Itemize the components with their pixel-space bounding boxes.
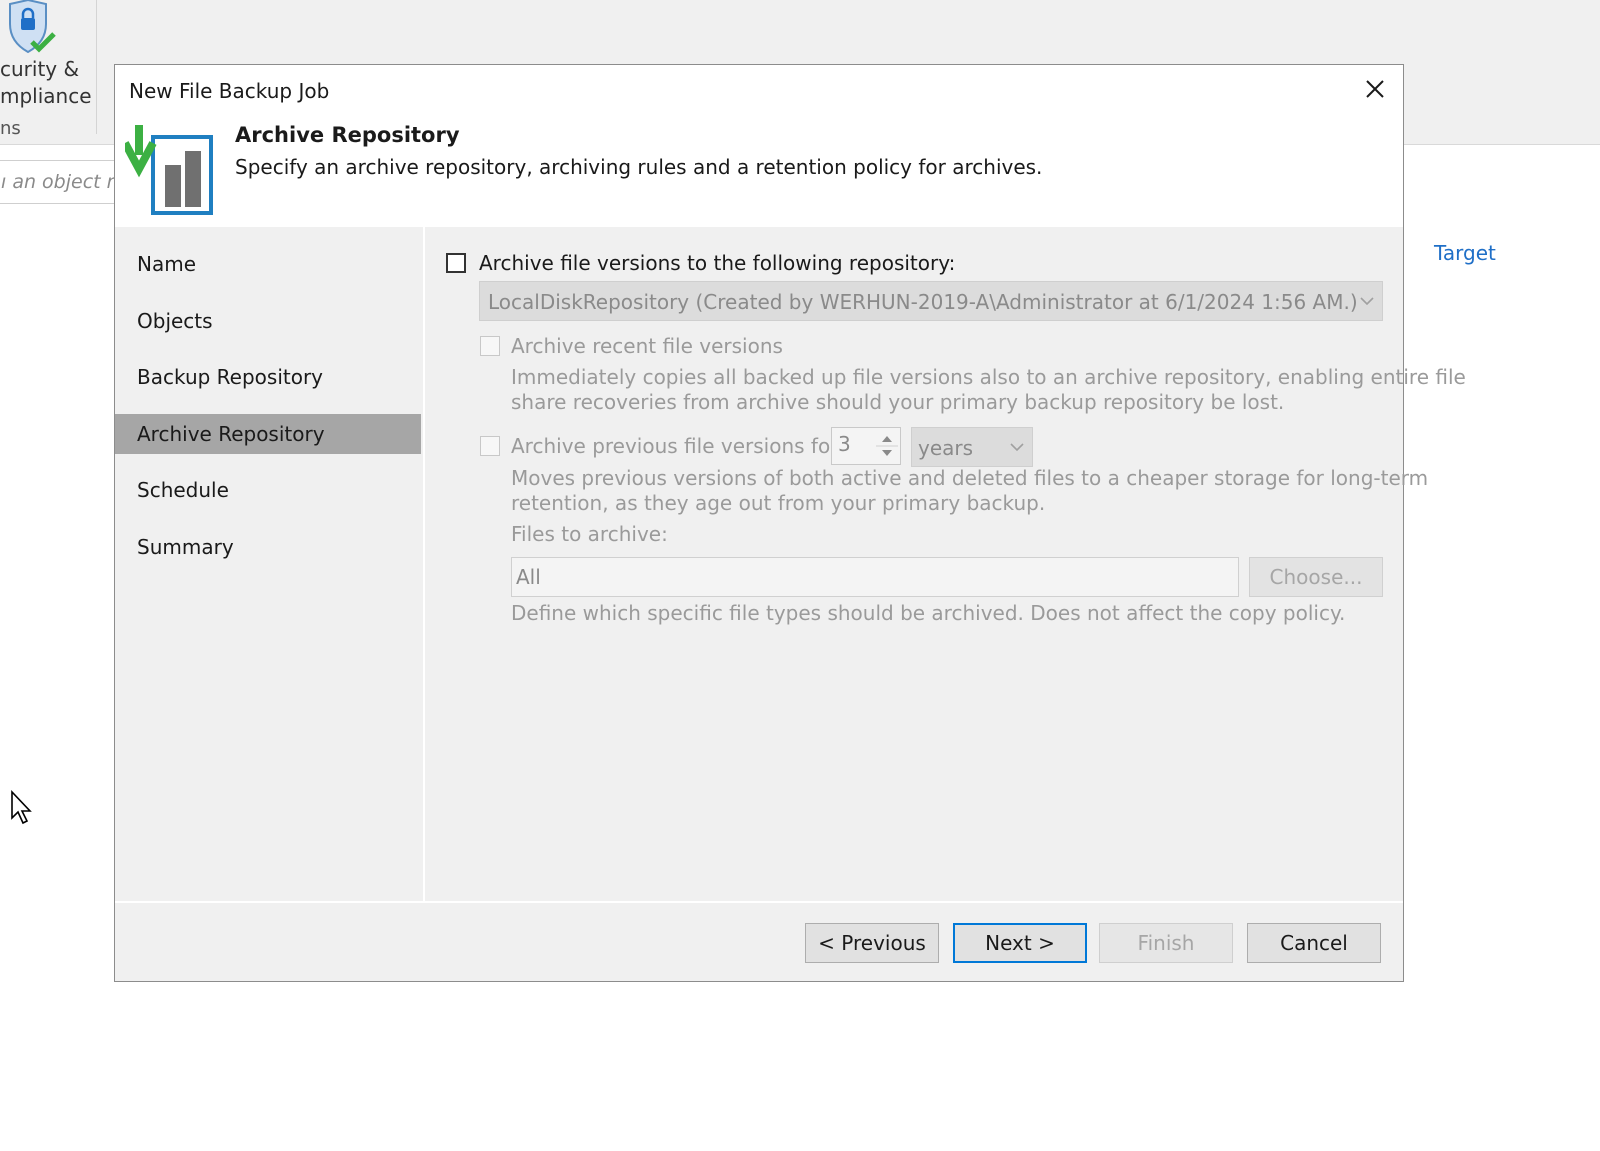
choose-button[interactable]: Choose... — [1249, 557, 1383, 597]
retention-period-value: 3 — [838, 432, 851, 456]
ribbon-separator — [96, 0, 97, 134]
archive-previous-description-2: retention, as they age out from your pri… — [511, 491, 1046, 515]
step-backup-repository[interactable]: Backup Repository — [115, 357, 421, 397]
repository-select[interactable]: LocalDiskRepository (Created by WERHUN-2… — [479, 281, 1383, 321]
ribbon-label-line1[interactable]: curity & — [0, 56, 79, 82]
archive-versions-checkbox[interactable] — [446, 253, 466, 273]
dialog-footer: < Previous Next > Finish Cancel — [115, 903, 1403, 981]
wizard-steps: Name Objects Backup Repository Archive R… — [115, 227, 423, 901]
archive-previous-description-1: Moves previous versions of both active a… — [511, 466, 1429, 490]
retention-period-stepper[interactable]: 3 — [831, 427, 901, 465]
archive-repository-icon — [125, 125, 213, 215]
previous-button[interactable]: < Previous — [805, 923, 939, 963]
stepper-arrows-icon[interactable] — [876, 430, 898, 462]
header-description: Specify an archive repository, archiving… — [235, 155, 1043, 179]
archive-recent-checkbox[interactable] — [480, 336, 500, 356]
finish-button[interactable]: Finish — [1099, 923, 1233, 963]
next-button[interactable]: Next > — [953, 923, 1087, 963]
cancel-button[interactable]: Cancel — [1247, 923, 1381, 963]
files-to-archive-input[interactable]: All — [511, 557, 1239, 597]
step-archive-repository[interactable]: Archive Repository — [115, 414, 421, 454]
files-to-archive-label: Files to archive: — [511, 522, 668, 546]
archive-versions-label[interactable]: Archive file versions to the following r… — [479, 251, 955, 275]
ribbon-group-label: ns — [0, 118, 21, 139]
chevron-down-icon — [1010, 443, 1024, 452]
archive-recent-label[interactable]: Archive recent file versions — [511, 334, 783, 358]
close-icon[interactable] — [1355, 73, 1395, 107]
step-schedule[interactable]: Schedule — [115, 470, 421, 510]
archive-recent-description-1: Immediately copies all backed up file ve… — [511, 365, 1466, 389]
search-placeholder: ı an object nε — [1, 171, 129, 193]
security-compliance-icon[interactable] — [4, 0, 56, 56]
step-name[interactable]: Name — [115, 244, 421, 284]
header-title: Archive Repository — [235, 123, 460, 147]
chevron-down-icon — [1360, 297, 1374, 306]
archive-recent-description-2: share recoveries from archive should you… — [511, 390, 1285, 414]
archive-settings-panel: Archive file versions to the following r… — [425, 227, 1466, 901]
files-to-archive-description: Define which specific file types should … — [511, 601, 1346, 625]
dialog-title: New File Backup Job — [129, 79, 330, 103]
step-objects[interactable]: Objects — [115, 301, 421, 341]
ribbon-label-line2[interactable]: mpliance — [0, 83, 92, 109]
search-input[interactable]: ı an object nε — [0, 160, 129, 204]
mouse-cursor-icon — [11, 790, 32, 825]
new-file-backup-job-dialog: New File Backup Job Archive Repository S… — [114, 64, 1466, 982]
archive-previous-label[interactable]: Archive previous file versions for: — [511, 434, 845, 458]
target-link[interactable]: Target — [1434, 241, 1496, 265]
archive-previous-checkbox[interactable] — [480, 436, 500, 456]
step-summary[interactable]: Summary — [115, 527, 421, 567]
repository-value: LocalDiskRepository (Created by WERHUN-2… — [488, 290, 1358, 314]
retention-unit-value: years — [918, 436, 974, 460]
retention-unit-select[interactable]: years — [911, 427, 1033, 467]
files-to-archive-value: All — [516, 565, 541, 589]
